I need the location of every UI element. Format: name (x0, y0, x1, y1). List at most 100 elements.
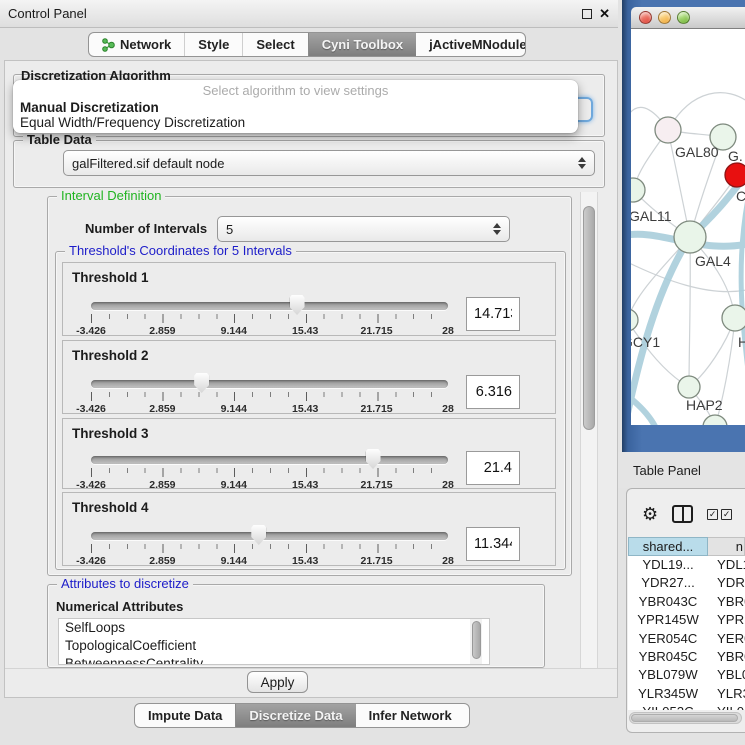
attributes-scrollbar[interactable] (470, 619, 482, 664)
slider-track[interactable] (91, 302, 448, 310)
table-row-partial[interactable]: YIL052CYIL0 (628, 703, 745, 710)
tab-infer-network[interactable]: Infer Network (356, 704, 465, 727)
settings-scrollbar[interactable] (580, 192, 598, 668)
slider-track[interactable] (91, 456, 448, 464)
axis-tick-label: -3.426 (76, 403, 106, 415)
node-h[interactable] (722, 305, 745, 331)
table-row[interactable]: YER054CYER0 (628, 630, 745, 648)
node-gal11[interactable] (631, 178, 645, 202)
close-traffic-light-icon[interactable] (639, 11, 652, 24)
tab-impute-data[interactable]: Impute Data (135, 704, 235, 727)
stepper-icon (493, 223, 501, 235)
algorithm-option-equal-width[interactable]: Equal Width/Frequency Discretization (13, 115, 578, 130)
cell-name[interactable]: YLR3 (708, 685, 745, 703)
number-of-intervals-combo[interactable]: 5 (217, 216, 510, 242)
cell-name[interactable]: YBL0 (708, 666, 745, 684)
node-gal4[interactable] (674, 221, 706, 253)
cell-name[interactable]: YDR2 (708, 574, 745, 592)
node-partial[interactable] (703, 415, 727, 425)
checkbox-checked-icon[interactable]: ✓ (707, 509, 718, 520)
tab-style[interactable]: Style (184, 33, 242, 56)
slider-thumb[interactable] (290, 295, 305, 315)
tab-cyni-toolbox[interactable]: Cyni Toolbox (308, 33, 416, 56)
tab-discretize-data-label: Discretize Data (249, 708, 342, 723)
list-item[interactable]: BetweennessCentrality (59, 655, 489, 665)
attributes-scrollbar-thumb[interactable] (472, 621, 481, 659)
node-table: shared... n YDL19...YDL1 YDR27...YDR2 YB… (628, 537, 745, 710)
algorithm-placeholder-option[interactable]: Select algorithm to view settings (13, 83, 578, 100)
cell-shared-name[interactable]: YLR345W (628, 685, 708, 703)
table-horizontal-scrollbar-thumb[interactable] (631, 714, 738, 722)
slider-thumb[interactable] (251, 525, 266, 545)
cell-shared-name[interactable]: YBR043C (628, 593, 708, 611)
zoom-traffic-light-icon[interactable] (677, 11, 690, 24)
node-red-selected[interactable] (725, 163, 745, 187)
threshold-4-slider[interactable]: -3.426 2.859 9.144 15.43 21.715 28 (91, 527, 448, 567)
threshold-1-slider[interactable]: -3.426 2.859 9.144 15.43 21.715 28 (91, 297, 448, 337)
column-header-name[interactable]: n (708, 537, 745, 556)
table-row[interactable]: YDR27...YDR2 (628, 574, 745, 592)
table-header-row: shared... n (628, 537, 745, 556)
minimize-traffic-light-icon[interactable] (658, 11, 671, 24)
interval-definition-label: Interval Definition (57, 188, 165, 203)
node-gal80[interactable] (655, 117, 681, 143)
table-horizontal-scrollbar[interactable] (629, 712, 742, 724)
table-row[interactable]: YDL19...YDL1 (628, 556, 745, 574)
cell-name[interactable]: YER0 (708, 630, 745, 648)
list-item[interactable]: SelfLoops (59, 619, 489, 637)
cell-name[interactable]: YIL0 (708, 703, 745, 710)
cell-name[interactable]: YBR0 (708, 593, 745, 611)
settings-scrollbar-thumb[interactable] (583, 206, 595, 430)
threshold-3-value-field[interactable] (466, 451, 520, 485)
threshold-1-value-field[interactable] (466, 297, 520, 331)
gear-icon[interactable]: ⚙ (642, 505, 658, 523)
columns-icon[interactable] (672, 505, 693, 523)
threshold-2-slider[interactable]: -3.426 2.859 9.144 15.43 21.715 28 (91, 375, 448, 415)
cell-name[interactable]: YBR0 (708, 648, 745, 666)
cell-name[interactable]: YPR1 (708, 611, 745, 629)
tab-network[interactable]: Network (89, 33, 184, 56)
node-gcy1[interactable] (631, 309, 638, 331)
float-window-icon[interactable] (582, 9, 592, 19)
checkbox-checked-icon[interactable]: ✓ (721, 509, 732, 520)
cell-name[interactable]: YDL1 (708, 556, 745, 574)
tab-jactivemnodules-label: jActiveMNodules (429, 37, 526, 52)
cell-shared-name[interactable]: YIL052C (628, 703, 708, 710)
slider-track[interactable] (91, 380, 448, 388)
cell-shared-name[interactable]: YPR145W (628, 611, 708, 629)
slider-track[interactable] (91, 532, 448, 540)
threshold-2-value-field[interactable] (466, 375, 520, 409)
table-data-combo[interactable]: galFiltered.sif default node (63, 150, 595, 176)
tab-discretize-data[interactable]: Discretize Data (235, 704, 355, 727)
node-hap2[interactable] (678, 376, 700, 398)
table-row[interactable]: YLR345WYLR3 (628, 685, 745, 703)
table-row[interactable]: YBR045CYBR0 (628, 648, 745, 666)
bottom-tabbar: Impute Data Discretize Data Infer Networ… (134, 703, 470, 728)
cell-shared-name[interactable]: YDR27... (628, 574, 708, 592)
node-label: GCY1 (631, 334, 660, 350)
slider-thumb[interactable] (194, 373, 209, 393)
tab-select[interactable]: Select (242, 33, 307, 56)
axis-tick-label: 15.43 (292, 479, 318, 491)
slider-thumb[interactable] (366, 449, 381, 469)
cell-shared-name[interactable]: YER054C (628, 630, 708, 648)
network-view-canvas[interactable]: GAL80 G. C GAL11 GAL4 GCY1 H HAP2 (631, 29, 745, 425)
axis-tick-label: 21.715 (361, 555, 393, 567)
cell-shared-name[interactable]: YBR045C (628, 648, 708, 666)
algorithm-option-manual[interactable]: Manual Discretization (13, 100, 578, 115)
algorithm-combo-focus-ring[interactable] (577, 97, 593, 122)
table-row[interactable]: YBR043CYBR0 (628, 593, 745, 611)
list-item[interactable]: TopologicalCoefficient (59, 637, 489, 655)
column-header-shared-name[interactable]: shared... (628, 537, 708, 556)
tab-jactivemnodules[interactable]: jActiveMNodules (416, 33, 526, 56)
cell-shared-name[interactable]: YDL19... (628, 556, 708, 574)
table-row[interactable]: YPR145WYPR1 (628, 611, 745, 629)
node-label: GAL11 (631, 208, 672, 224)
cell-shared-name[interactable]: YBL079W (628, 666, 708, 684)
slider-axis-labels: -3.426 2.859 9.144 15.43 21.715 28 (91, 403, 448, 415)
apply-button[interactable]: Apply (247, 671, 308, 693)
table-row[interactable]: YBL079WYBL0 (628, 666, 745, 684)
threshold-3-slider[interactable]: -3.426 2.859 9.144 15.43 21.715 28 (91, 451, 448, 491)
threshold-4-value-field[interactable] (466, 527, 520, 561)
close-icon[interactable]: ✕ (599, 9, 610, 19)
